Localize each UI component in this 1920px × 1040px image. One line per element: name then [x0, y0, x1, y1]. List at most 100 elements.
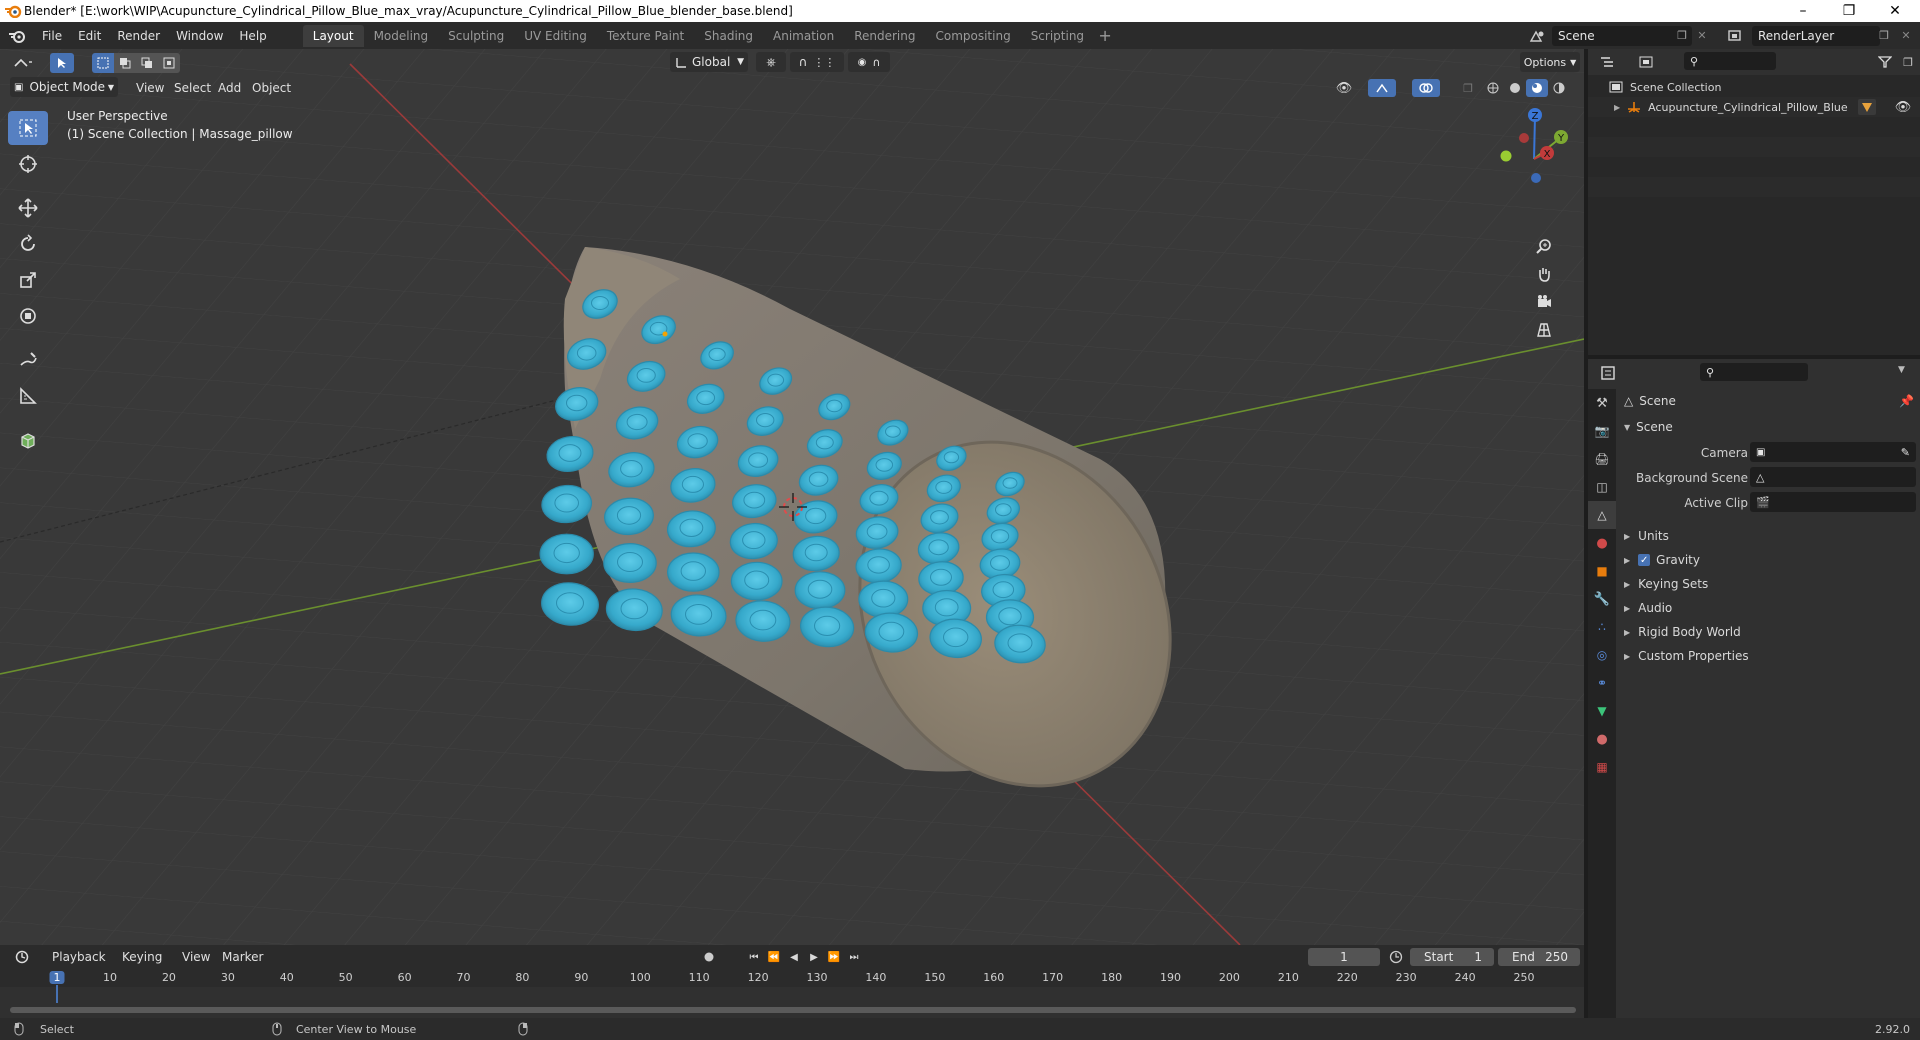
tab-scripting[interactable]: Scripting	[1021, 25, 1094, 47]
solid-shading-icon[interactable]	[1504, 79, 1526, 97]
scene-name-field[interactable]: Scene	[1552, 25, 1692, 46]
properties-editor-type-icon[interactable]	[1596, 363, 1624, 383]
tab-tool[interactable]: ⚒	[1588, 389, 1616, 417]
scrollbar-thumb[interactable]	[10, 1007, 1576, 1013]
material-preview-shading-icon[interactable]	[1526, 79, 1548, 97]
chevron-down-icon[interactable]: ▼	[1898, 365, 1905, 375]
play-icon[interactable]: ▶	[804, 948, 824, 966]
pivot-point-dropdown[interactable]: ⎈	[756, 52, 786, 72]
camera-view-icon[interactable]	[1530, 288, 1558, 316]
custom-properties-panel-header[interactable]: ▶ Custom Properties	[1624, 645, 1914, 667]
filter-icon[interactable]	[1872, 53, 1898, 71]
tab-world[interactable]: ●	[1588, 529, 1616, 557]
gravity-checkbox[interactable]: ✓	[1638, 554, 1651, 566]
rotate-tool[interactable]	[8, 227, 48, 261]
scale-tool[interactable]	[8, 263, 48, 297]
pin-icon[interactable]: 📌	[1899, 394, 1914, 408]
timeline-menu-marker[interactable]: Marker	[214, 946, 271, 968]
tab-texture-paint[interactable]: Texture Paint	[597, 25, 694, 47]
perspective-ortho-icon[interactable]	[1530, 316, 1558, 344]
menu-window[interactable]: Window	[168, 25, 231, 47]
add-workspace-icon[interactable]: +	[1094, 26, 1116, 45]
overlays-toggle-icon[interactable]	[1412, 79, 1440, 97]
new-scene-icon[interactable]: ❐	[1674, 29, 1690, 42]
tab-modifiers[interactable]: 🔧	[1588, 585, 1616, 613]
tab-particles[interactable]: ∴	[1588, 613, 1616, 641]
jump-to-end-icon[interactable]: ⏭	[844, 948, 864, 966]
editor-type-icon[interactable]	[10, 53, 36, 73]
play-reverse-icon[interactable]: ◀	[784, 948, 804, 966]
snap-dropdown[interactable]: ∩ ⋮⋮	[790, 52, 844, 72]
timeline-menu-playback[interactable]: Playback	[44, 946, 114, 968]
tab-constraints[interactable]: ⚭	[1588, 669, 1616, 697]
timeline-body[interactable]: 1 10 20 30 40 50 60 70 80 90 100 110 120 130 140 150 160…	[0, 969, 1584, 1018]
pan-hand-icon[interactable]	[1530, 260, 1558, 288]
tab-uv-editing[interactable]: UV Editing	[514, 25, 597, 47]
tab-sculpting[interactable]: Sculpting	[438, 25, 514, 47]
keying-sets-panel-header[interactable]: ▶ Keying Sets	[1624, 573, 1914, 595]
eyedropper-icon[interactable]: ✎	[1901, 446, 1910, 459]
tab-shading[interactable]: Shading	[694, 25, 763, 47]
menu-render[interactable]: Render	[109, 25, 168, 47]
outliner-editor-type-icon[interactable]	[1596, 53, 1622, 71]
auto-keying-icon[interactable]	[700, 949, 718, 965]
menu-edit[interactable]: Edit	[70, 25, 109, 47]
options-dropdown[interactable]: Options ▼	[1520, 52, 1580, 72]
background-scene-field[interactable]: △	[1750, 467, 1916, 487]
tab-rendering[interactable]: Rendering	[844, 25, 925, 47]
object-data-icon[interactable]	[1858, 99, 1876, 115]
tab-layout[interactable]: Layout	[302, 24, 364, 47]
select-subtract-icon[interactable]	[136, 53, 158, 73]
rigid-body-world-panel-header[interactable]: ▶ Rigid Body World	[1624, 621, 1914, 643]
zoom-icon[interactable]	[1530, 232, 1558, 260]
select-intersect-icon[interactable]	[158, 53, 180, 73]
tab-object[interactable]: ■	[1588, 557, 1616, 585]
select-box-tool-button[interactable]	[50, 53, 74, 73]
blender-menu-icon[interactable]	[0, 29, 34, 43]
select-extend-icon[interactable]	[114, 53, 136, 73]
tab-texture[interactable]: ▦	[1588, 753, 1616, 781]
jump-to-next-keyframe-icon[interactable]: ⏩	[824, 948, 844, 966]
scene-browse-icon[interactable]	[1524, 29, 1550, 43]
visibility-selectability-icon[interactable]: 👁	[1330, 79, 1358, 97]
viewport-menu-object[interactable]: Object	[244, 77, 299, 99]
minimize-button[interactable]: –	[1780, 0, 1826, 22]
menu-file[interactable]: File	[34, 25, 70, 47]
add-cube-tool[interactable]	[8, 423, 48, 457]
tab-object-data[interactable]: ▼	[1588, 697, 1616, 725]
move-tool[interactable]	[8, 191, 48, 225]
transform-orientation-dropdown[interactable]: Global ▼	[670, 52, 748, 72]
camera-field[interactable]: ▣ ✎	[1750, 442, 1916, 462]
timeline-editor-type-icon[interactable]	[10, 948, 38, 966]
view-layer-field[interactable]: RenderLayer	[1752, 25, 1880, 46]
jump-to-start-icon[interactable]: ⏮	[744, 948, 764, 966]
expand-arrow-icon[interactable]: ▶	[1614, 103, 1620, 112]
annotate-tool[interactable]	[8, 343, 48, 377]
audio-panel-header[interactable]: ▶ Audio	[1624, 597, 1914, 619]
view-layer-browse-icon[interactable]	[1722, 29, 1748, 43]
tab-view-layer[interactable]: ◫	[1588, 473, 1616, 501]
use-preview-range-icon[interactable]	[1386, 949, 1406, 965]
scene-panel-header[interactable]: ▼ Scene	[1624, 416, 1914, 438]
close-window-button[interactable]: ✕	[1872, 0, 1918, 22]
timeline-menu-keying[interactable]: Keying	[114, 946, 170, 968]
transform-tool[interactable]	[8, 299, 48, 333]
tab-animation[interactable]: Animation	[763, 25, 844, 47]
tab-modeling[interactable]: Modeling	[364, 25, 439, 47]
timeline-menu-view[interactable]: View	[174, 946, 218, 968]
rendered-shading-icon[interactable]	[1548, 79, 1570, 97]
new-collection-icon[interactable]: ❐	[1898, 53, 1918, 71]
display-mode-icon[interactable]	[1634, 53, 1660, 71]
mode-dropdown[interactable]: ▣ Object Mode ▼	[10, 77, 118, 97]
tab-physics[interactable]: ◎	[1588, 641, 1616, 669]
start-frame-field[interactable]: Start 1	[1410, 948, 1494, 966]
active-clip-field[interactable]: 🎬	[1750, 492, 1916, 512]
properties-search-input[interactable]: ⚲	[1700, 363, 1808, 381]
tab-render[interactable]: 📷	[1588, 417, 1616, 445]
outliner-search-input[interactable]: ⚲	[1684, 52, 1776, 70]
outliner-row-scene-collection[interactable]: Scene Collection	[1588, 77, 1920, 97]
menu-help[interactable]: Help	[231, 25, 274, 47]
measure-tool[interactable]	[8, 379, 48, 413]
tab-material[interactable]: ●	[1588, 725, 1616, 753]
delete-scene-icon[interactable]: ✕	[1694, 29, 1710, 42]
